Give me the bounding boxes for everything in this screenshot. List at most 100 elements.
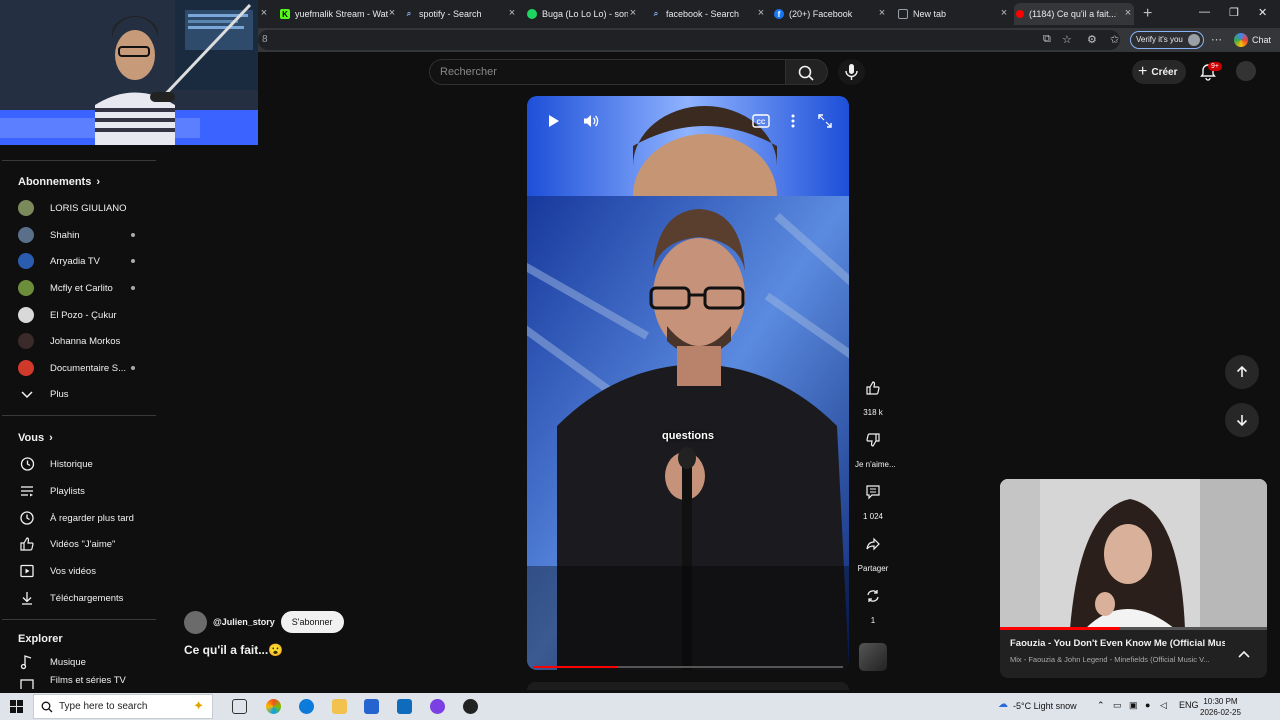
chevron-up-tray-icon[interactable]: ⌃ bbox=[1097, 700, 1105, 711]
you-section-title[interactable]: Vous › bbox=[18, 432, 53, 444]
sidebar-item-your-videos[interactable]: Vos vidéos bbox=[0, 558, 156, 584]
taskbar-clock[interactable]: 10:30 PM 2026-02-25 bbox=[1200, 696, 1241, 718]
outlook-icon[interactable] bbox=[397, 699, 412, 714]
shorts-video-player[interactable]: CC questions bbox=[527, 96, 849, 670]
subscriptions-section-title[interactable]: Abonnements › bbox=[18, 176, 100, 188]
fullscreen-button[interactable] bbox=[812, 108, 838, 134]
miniplayer-title[interactable]: Faouzia - You Don't Even Know Me (Offici… bbox=[1010, 638, 1225, 649]
minimize-icon[interactable]: — bbox=[1199, 6, 1210, 18]
more-menu-icon[interactable]: ⋯ bbox=[1211, 33, 1222, 46]
close-tab-icon[interactable]: × bbox=[386, 7, 398, 19]
taskbar-search-box[interactable]: Type here to search ✦ bbox=[33, 694, 213, 719]
sidebar-item-mcfly-et-carlito[interactable]: Mcfly et Carlito bbox=[0, 275, 156, 301]
like-button[interactable]: 318 k bbox=[855, 373, 891, 417]
close-tab-icon[interactable]: × bbox=[506, 7, 518, 19]
sidebar-item-loris-giuliano[interactable]: LORIS GIULIANO bbox=[0, 195, 156, 221]
miniplayer[interactable]: Faouzia - You Don't Even Know Me (Offici… bbox=[1000, 479, 1267, 678]
app-icon-purple[interactable] bbox=[430, 699, 445, 714]
verify-profile-button[interactable]: Verify it's you bbox=[1130, 31, 1204, 49]
task-view-icon[interactable] bbox=[232, 699, 247, 714]
speaker-icon[interactable]: ◁ bbox=[1160, 700, 1167, 711]
app-icon-red-black[interactable] bbox=[463, 699, 478, 714]
close-tab-icon[interactable]: × bbox=[755, 7, 767, 19]
more-options-button[interactable] bbox=[780, 108, 806, 134]
sidebar-item-movies[interactable]: Films et séries TV bbox=[0, 675, 156, 689]
liked-videos-icon bbox=[18, 535, 36, 553]
tray-app-icon[interactable]: ▣ bbox=[1129, 700, 1138, 711]
channel-avatar bbox=[18, 333, 34, 349]
sidebar-item-el-pozo-cukur[interactable]: El Pozo - Çukur bbox=[0, 302, 156, 328]
sidebar-item-arryadia-tv[interactable]: Arryadia TV bbox=[0, 248, 156, 274]
sidebar-item-more[interactable]: Plus bbox=[0, 381, 156, 407]
voice-search-button[interactable] bbox=[838, 59, 865, 85]
sidebar-item-music[interactable]: Musique bbox=[0, 649, 156, 675]
subscribe-button[interactable]: S'abonner bbox=[280, 611, 344, 633]
chevron-up-icon[interactable] bbox=[1236, 647, 1252, 663]
tab-spotify-song[interactable]: Buga (Lo Lo Lo) - song a × bbox=[525, 3, 639, 25]
sidebar-item-johanna-morkos[interactable]: Johanna Morkos bbox=[0, 328, 156, 354]
weather-widget[interactable]: -5°C Light snow bbox=[1013, 701, 1077, 711]
remix-button[interactable]: 1 bbox=[855, 581, 891, 625]
sidebar-item-liked-videos[interactable]: Vidéos "J'aime" bbox=[0, 531, 156, 557]
tab-kick[interactable]: K yuefmalik Stream - Wat × bbox=[278, 3, 398, 25]
favorites-icon[interactable]: ✩ bbox=[1110, 33, 1119, 46]
copilot-taskbar-icon[interactable] bbox=[266, 699, 281, 714]
address-bar[interactable]: 8 bbox=[258, 30, 1120, 50]
new-tab-button[interactable]: + bbox=[1143, 5, 1152, 23]
previous-short-button[interactable] bbox=[1225, 355, 1259, 389]
sidebar-item-watch-later[interactable]: À regarder plus tard bbox=[0, 505, 156, 531]
search-input[interactable]: Rechercher bbox=[429, 59, 786, 85]
close-tab-icon[interactable]: × bbox=[998, 7, 1010, 19]
network-icon[interactable]: ▭ bbox=[1113, 700, 1122, 711]
dislike-button[interactable]: Je n'aime... bbox=[855, 425, 896, 469]
miniplayer-video[interactable] bbox=[1000, 479, 1267, 629]
channel-name[interactable]: @Julien_story bbox=[213, 617, 275, 627]
remix-icon bbox=[867, 590, 879, 602]
sidebar-item-playlists[interactable]: Playlists bbox=[0, 478, 156, 504]
dislike-label: Je n'aime... bbox=[855, 460, 896, 469]
new-content-dot bbox=[131, 259, 135, 263]
microsoft-store-icon[interactable] bbox=[364, 699, 379, 714]
sidebar-item-documentaire[interactable]: Documentaire S... bbox=[0, 355, 156, 381]
sidebar-item-history[interactable]: Historique bbox=[0, 451, 156, 477]
language-indicator[interactable]: ENG bbox=[1179, 700, 1199, 710]
close-tab-icon[interactable]: × bbox=[627, 7, 639, 19]
install-app-icon[interactable]: ⧉ bbox=[1043, 33, 1051, 46]
share-button[interactable]: Partager bbox=[855, 529, 891, 573]
close-tab-icon[interactable]: × bbox=[1122, 7, 1134, 19]
captions-button[interactable]: CC bbox=[748, 108, 774, 134]
windows-start-icon[interactable] bbox=[10, 700, 23, 713]
close-tab-icon[interactable]: × bbox=[876, 7, 888, 19]
video-progress-bar[interactable] bbox=[533, 666, 843, 668]
next-short-button[interactable] bbox=[1225, 403, 1259, 437]
tab-new-tab[interactable]: New tab × bbox=[896, 3, 1010, 25]
search-button[interactable] bbox=[786, 59, 828, 85]
microphone-tray-icon[interactable]: ● bbox=[1145, 700, 1150, 710]
tab-spotify-search[interactable]: ⌕ spotify - Search × bbox=[402, 3, 518, 25]
copilot-chat-button[interactable]: Chat bbox=[1234, 33, 1271, 47]
sound-thumbnail[interactable] bbox=[859, 643, 887, 671]
file-explorer-icon[interactable] bbox=[332, 699, 347, 714]
play-icon bbox=[549, 115, 559, 127]
channel-avatar bbox=[18, 280, 34, 296]
tab-youtube-active[interactable]: (1184) Ce qu'il a fait...😮 × bbox=[1014, 3, 1134, 25]
close-tab-icon[interactable]: × bbox=[258, 7, 270, 19]
sidebar-item-shahin[interactable]: Shahin bbox=[0, 222, 156, 248]
copilot-icon bbox=[1234, 33, 1248, 47]
close-window-icon[interactable]: ✕ bbox=[1258, 6, 1267, 19]
comments-button[interactable]: 1 024 bbox=[855, 477, 891, 521]
account-avatar[interactable] bbox=[1236, 61, 1256, 81]
volume-button[interactable] bbox=[578, 108, 604, 134]
restore-icon[interactable]: ❐ bbox=[1229, 6, 1239, 19]
tab-facebook-search[interactable]: ⌕ facebook - Search × bbox=[649, 3, 767, 25]
edge-icon[interactable] bbox=[299, 699, 314, 714]
webcam-overlay bbox=[0, 0, 258, 145]
sidebar-item-downloads[interactable]: Téléchargements bbox=[0, 585, 156, 611]
channel-avatar[interactable] bbox=[184, 610, 207, 634]
miniplayer-progress-bar[interactable] bbox=[1000, 627, 1267, 630]
tab-facebook[interactable]: f (20+) Facebook × bbox=[772, 3, 888, 25]
create-button[interactable]: + Créer bbox=[1132, 60, 1186, 84]
extensions-icon[interactable]: ⚙ bbox=[1087, 33, 1097, 46]
bookmark-star-icon[interactable]: ☆ bbox=[1062, 33, 1072, 46]
play-button[interactable] bbox=[540, 108, 566, 134]
